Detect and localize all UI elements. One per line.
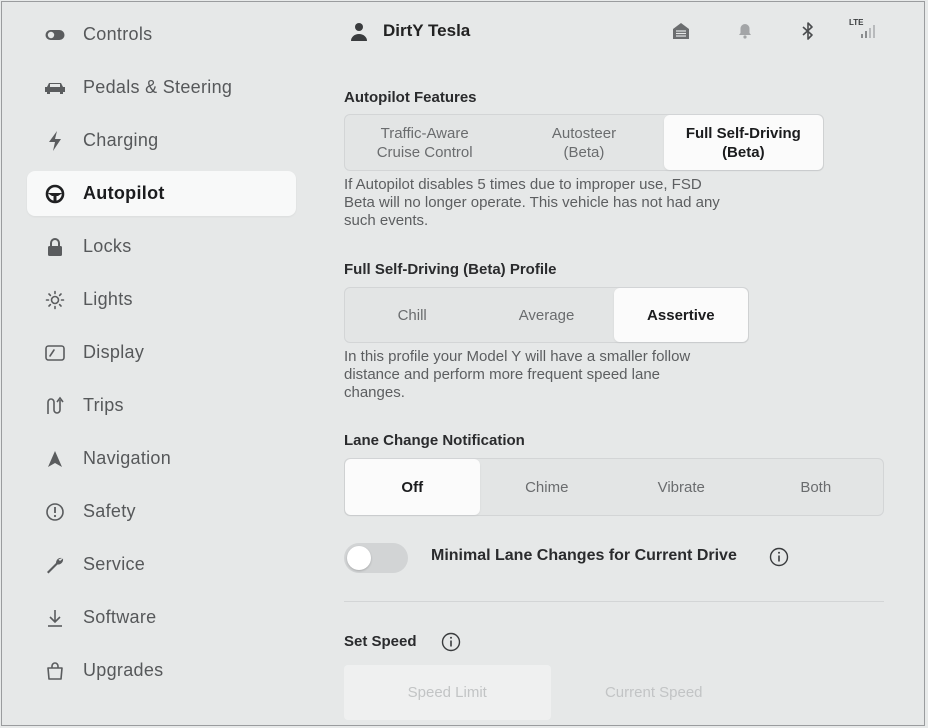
sidebar-item-service[interactable]: Service: [27, 542, 296, 587]
sidebar-item-locks[interactable]: Locks: [27, 224, 296, 269]
sidebar-item-pedals-steering[interactable]: Pedals & Steering: [27, 65, 296, 110]
lane-option-both[interactable]: Both: [749, 459, 884, 515]
sidebar-item-label: Display: [83, 342, 145, 362]
trips-icon: [43, 394, 67, 418]
sidebar-item-label: Service: [83, 554, 146, 574]
lightning-icon: [43, 129, 67, 153]
toggle-icon: [43, 23, 67, 47]
bag-icon: [43, 659, 67, 683]
autopilot-features-description: If Autopilot disables 5 times due to imp…: [344, 176, 720, 229]
signal-icon: LTE: [847, 18, 881, 42]
sidebar-item-software[interactable]: Software: [27, 595, 296, 640]
lane-change-title: Lane Change Notification: [344, 432, 525, 449]
sidebar-item-upgrades[interactable]: Upgrades: [27, 648, 296, 693]
profile-option-chill[interactable]: Chill: [345, 288, 479, 342]
autopilot-option-fsd[interactable]: Full Self-Driving (Beta): [663, 115, 823, 170]
sidebar: Controls Pedals & Steering Charging Auto…: [0, 0, 310, 728]
lane-option-vibrate[interactable]: Vibrate: [614, 459, 749, 515]
sidebar-item-label: Charging: [83, 130, 159, 150]
profile-option-assertive[interactable]: Assertive: [613, 288, 748, 342]
sidebar-item-label: Locks: [83, 236, 132, 256]
toggle-knob: [347, 546, 371, 570]
minimal-lane-changes-toggle[interactable]: [344, 543, 408, 573]
sidebar-item-label: Lights: [83, 289, 133, 309]
set-speed-info-icon[interactable]: [441, 632, 461, 652]
download-icon: [43, 606, 67, 630]
fsd-profile-selector: Chill Average Assertive: [344, 287, 749, 343]
fsd-profile-description: In this profile your Model Y will have a…: [344, 348, 691, 401]
sidebar-item-label: Pedals & Steering: [83, 77, 233, 97]
sidebar-item-label: Trips: [83, 395, 124, 415]
sidebar-item-navigation[interactable]: Navigation: [27, 436, 296, 481]
car-icon: [43, 76, 67, 100]
sidebar-item-label: Safety: [83, 501, 136, 521]
sidebar-item-charging[interactable]: Charging: [27, 118, 296, 163]
lane-option-off[interactable]: Off: [345, 459, 480, 515]
info-icon[interactable]: [769, 547, 789, 567]
bluetooth-icon[interactable]: [797, 20, 819, 42]
speed-option-current-speed[interactable]: Current Speed: [551, 665, 758, 720]
lane-option-chime[interactable]: Chime: [480, 459, 615, 515]
divider: [344, 601, 884, 602]
navigation-icon: [43, 447, 67, 471]
lane-change-selector: Off Chime Vibrate Both: [344, 458, 884, 516]
set-speed-selector: Speed Limit Current Speed: [344, 665, 757, 720]
sidebar-item-display[interactable]: Display: [27, 330, 296, 375]
sidebar-item-autopilot[interactable]: Autopilot: [27, 171, 296, 216]
homelink-icon[interactable]: [670, 20, 692, 42]
speed-option-speed-limit[interactable]: Speed Limit: [344, 665, 551, 720]
sidebar-item-label: Autopilot: [83, 183, 165, 203]
autopilot-features-title: Autopilot Features: [344, 89, 477, 106]
fsd-profile-title: Full Self-Driving (Beta) Profile: [344, 261, 557, 278]
sidebar-item-lights[interactable]: Lights: [27, 277, 296, 322]
set-speed-title: Set Speed: [344, 633, 417, 650]
lock-icon: [43, 235, 67, 259]
autopilot-features-selector: Traffic-Aware Cruise Control Autosteer (Be…: [344, 114, 824, 171]
steering-wheel-icon: [43, 182, 67, 206]
safety-icon: [43, 500, 67, 524]
profile-option-average[interactable]: Average: [479, 288, 613, 342]
autopilot-option-autosteer[interactable]: Autosteer (Beta): [504, 115, 663, 170]
sidebar-item-label: Software: [83, 607, 157, 627]
sidebar-item-controls[interactable]: Controls: [27, 12, 296, 57]
sidebar-item-safety[interactable]: Safety: [27, 489, 296, 534]
wrench-icon: [43, 553, 67, 577]
sidebar-item-label: Upgrades: [83, 660, 164, 680]
bell-icon[interactable]: [734, 20, 756, 42]
autopilot-option-tacc[interactable]: Traffic-Aware Cruise Control: [345, 115, 504, 170]
light-icon: [43, 288, 67, 312]
sidebar-item-trips[interactable]: Trips: [27, 383, 296, 428]
minimal-lane-changes-label: Minimal Lane Changes for Current Drive: [431, 547, 737, 564]
profile-name[interactable]: DirtY Tesla: [383, 21, 470, 41]
sidebar-item-label: Navigation: [83, 448, 172, 468]
display-icon: [43, 341, 67, 365]
sidebar-item-label: Controls: [83, 24, 153, 44]
user-icon: [350, 22, 368, 42]
